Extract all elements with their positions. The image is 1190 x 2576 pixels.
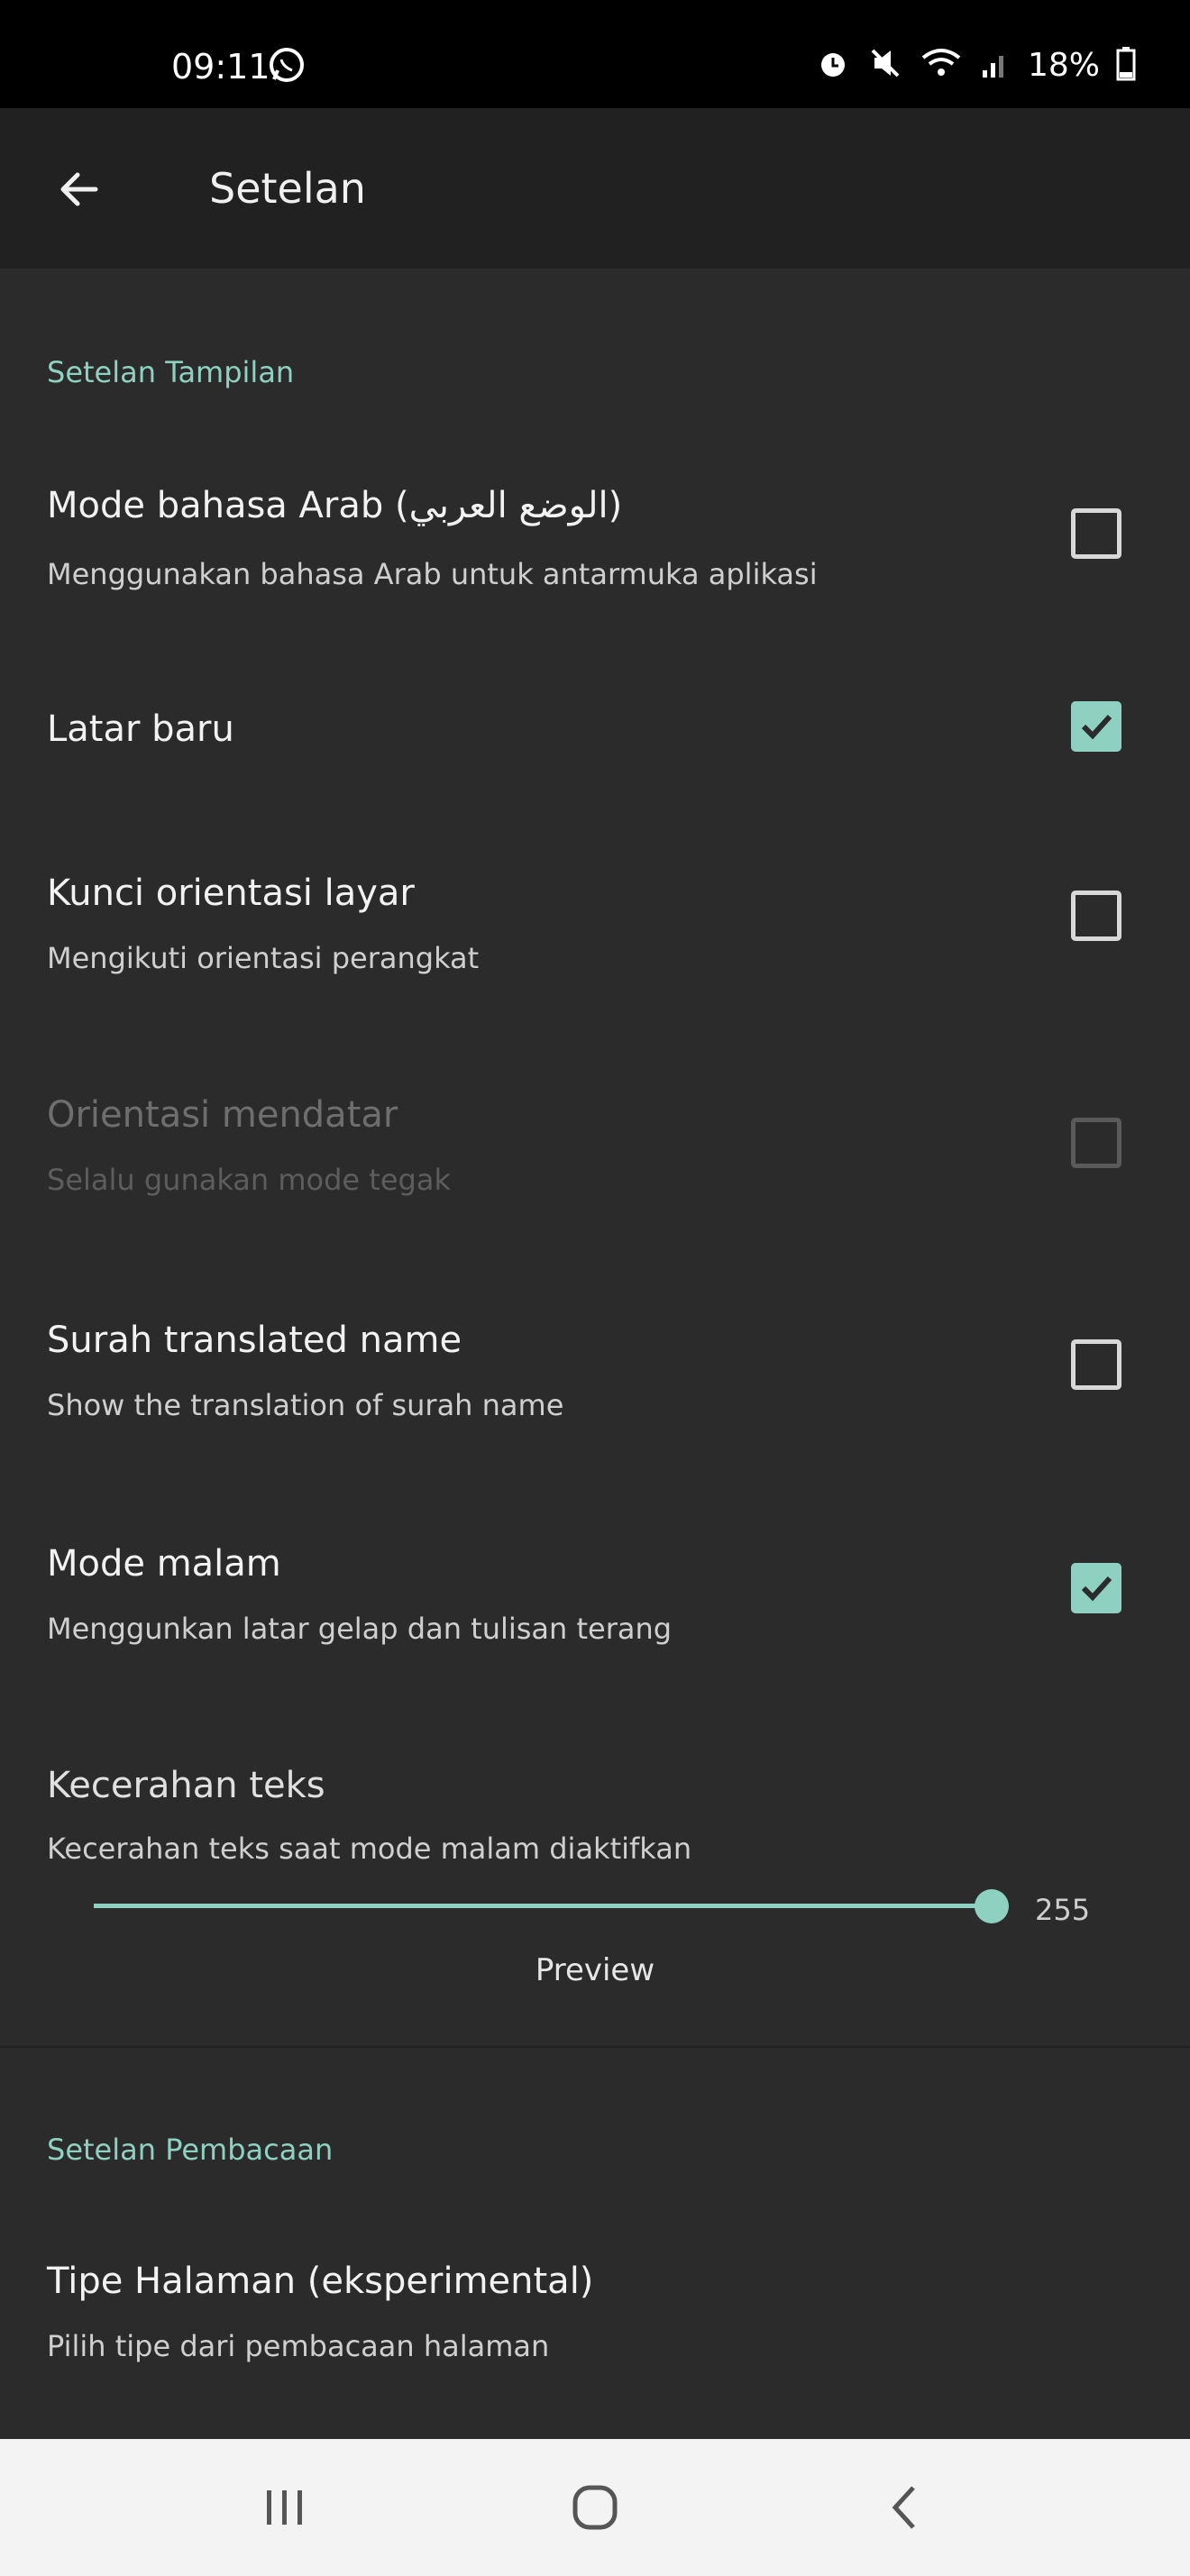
section-divider xyxy=(0,2046,1190,2048)
checkbox-surah-translated-name[interactable] xyxy=(1071,1339,1121,1390)
pref-title: Surah translated name xyxy=(47,1320,462,1361)
arrow-left-icon xyxy=(60,172,98,206)
checkbox-landscape-orientation xyxy=(1071,1118,1121,1168)
pref-title: Kunci orientasi layar xyxy=(47,872,415,914)
pref-summary: Kecerahan teks saat mode malam diaktifka… xyxy=(47,1832,692,1866)
checkbox-new-background[interactable] xyxy=(1071,701,1121,752)
back-icon xyxy=(892,2486,915,2529)
pref-summary: Selalu gunakan mode tegak xyxy=(47,1163,451,1197)
pref-title: Latar baru xyxy=(47,708,234,750)
pref-page-type[interactable]: Tipe Halaman (eksperimental) Pilih tipe … xyxy=(0,2244,1190,2389)
pref-summary: Pilih tipe dari pembacaan halaman xyxy=(47,2329,550,2363)
pref-surah-translated-name[interactable]: Surah translated name Show the translati… xyxy=(0,1303,1190,1448)
nav-back-button[interactable] xyxy=(869,2475,941,2540)
home-button[interactable] xyxy=(559,2475,631,2540)
status-time: 09:11 xyxy=(171,47,270,87)
pref-text-brightness: Kecerahan teks Kecerahan teks saat mode … xyxy=(0,1749,1190,2046)
recents-button[interactable] xyxy=(249,2475,321,2540)
signal-icon xyxy=(979,45,1012,85)
back-button[interactable] xyxy=(43,153,115,225)
pref-title: Kecerahan teks xyxy=(47,1765,325,1806)
recents-icon xyxy=(267,2490,302,2525)
pref-title: Tipe Halaman (eksperimental) xyxy=(47,2261,594,2302)
checkbox-night-mode[interactable] xyxy=(1071,1563,1121,1613)
brightness-preview: Preview xyxy=(535,1952,655,1988)
brightness-value: 255 xyxy=(1035,1893,1091,1927)
battery-icon xyxy=(1116,45,1136,85)
pref-summary: Show the translation of surah name xyxy=(47,1388,564,1422)
app-bar: Setelan xyxy=(0,108,1190,269)
pref-summary: Menggunakan bahasa Arab untuk antarmuka … xyxy=(47,557,818,591)
pref-new-background[interactable]: Latar baru xyxy=(0,681,1190,790)
status-bar: 09:11 18% xyxy=(0,0,1190,108)
section-header-display: Setelan Tampilan xyxy=(47,355,295,389)
check-icon xyxy=(1081,1576,1112,1602)
section-header-reading: Setelan Pembacaan xyxy=(47,2133,334,2167)
alarm-icon xyxy=(815,45,851,85)
home-icon xyxy=(572,2485,618,2530)
check-icon xyxy=(1081,714,1112,740)
page-title: Setelan xyxy=(209,164,366,213)
wifi-icon xyxy=(920,45,963,85)
settings-screen: 09:11 18% Setelan Setelan Tampilan Mode … xyxy=(0,0,1190,2576)
whatsapp-icon xyxy=(267,45,307,88)
system-nav-bar xyxy=(0,2439,1190,2576)
status-icons: 18% xyxy=(815,45,1136,85)
pref-summary: Menggunkan latar gelap dan tulisan teran… xyxy=(47,1612,673,1646)
pref-night-mode[interactable]: Mode malam Menggunkan latar gelap dan tu… xyxy=(0,1527,1190,1671)
pref-title: Mode malam xyxy=(47,1543,281,1585)
pref-summary: Mengikuti orientasi perangkat xyxy=(47,941,480,975)
brightness-slider-track[interactable] xyxy=(94,1904,992,1908)
pref-title: Orientasi mendatar xyxy=(47,1094,398,1136)
checkbox-arabic-mode[interactable] xyxy=(1071,508,1121,559)
battery-percent: 18% xyxy=(1027,46,1100,84)
checkbox-lock-orientation[interactable] xyxy=(1071,891,1121,941)
mute-icon xyxy=(867,45,903,85)
pref-arabic-mode[interactable]: Mode bahasa Arab (الوضع العربي) Mengguna… xyxy=(0,469,1190,613)
pref-landscape-orientation: Orientasi mendatar Selalu gunakan mode t… xyxy=(0,1082,1190,1226)
pref-title: Mode bahasa Arab (الوضع العربي) xyxy=(47,485,623,526)
pref-lock-orientation[interactable]: Kunci orientasi layar Mengikuti orientas… xyxy=(0,856,1190,1000)
brightness-slider-thumb[interactable] xyxy=(975,1889,1009,1923)
